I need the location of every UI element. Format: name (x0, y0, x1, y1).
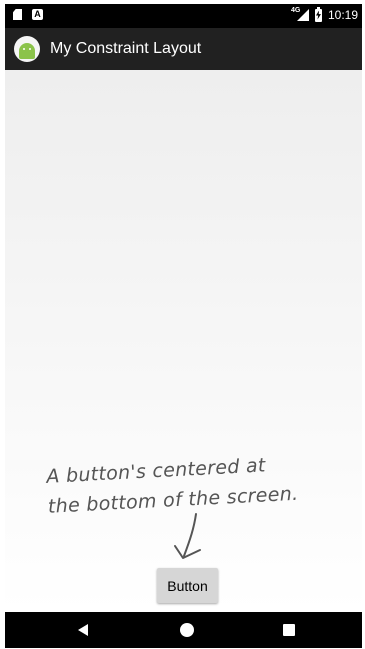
centered-button[interactable]: Button (157, 568, 218, 603)
notification-a-icon: A (32, 9, 43, 20)
status-bar: A 4G 10:19 (5, 4, 362, 28)
app-title: My Constraint Layout (50, 40, 202, 57)
app-bar: My Constraint Layout (5, 28, 362, 70)
status-time: 10:19 (327, 8, 358, 22)
sd-card-icon (13, 9, 22, 20)
back-icon[interactable] (78, 624, 88, 636)
arrow-down-icon (174, 513, 201, 559)
phone-screen: A 4G 10:19 My Constraint Layout A button… (5, 4, 362, 648)
recents-icon[interactable] (283, 624, 295, 636)
content-area: A button's centered at the bottom of the… (5, 70, 362, 612)
android-app-icon (14, 36, 40, 62)
home-icon[interactable] (180, 623, 194, 637)
navigation-bar (5, 612, 362, 648)
signal-icon: 4G (291, 7, 309, 22)
battery-icon (314, 6, 322, 22)
